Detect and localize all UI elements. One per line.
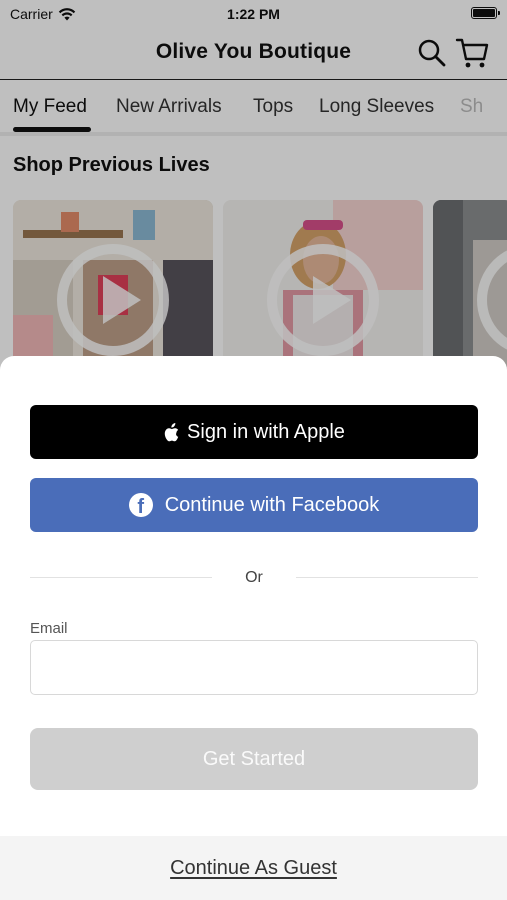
or-label: Or (245, 569, 263, 586)
apple-button-label: Sign in with Apple (187, 420, 345, 443)
guest-bar: Continue As Guest (0, 836, 507, 900)
continue-as-guest-link[interactable]: Continue As Guest (170, 857, 337, 880)
continue-with-facebook-button[interactable]: f Continue with Facebook (30, 478, 478, 532)
email-field[interactable] (30, 640, 478, 695)
facebook-icon: f (128, 493, 153, 517)
facebook-button-label: Continue with Facebook (164, 493, 380, 516)
sign-in-sheet: Sign in with Apple f Continue with Faceb… (0, 356, 507, 900)
or-divider: Or (30, 568, 478, 588)
email-label: Email (30, 620, 68, 637)
get-started-label: Get Started (202, 747, 306, 770)
sign-in-with-apple-button[interactable]: Sign in with Apple (30, 405, 478, 459)
apple-icon (164, 422, 179, 441)
get-started-button[interactable]: Get Started (30, 728, 478, 790)
